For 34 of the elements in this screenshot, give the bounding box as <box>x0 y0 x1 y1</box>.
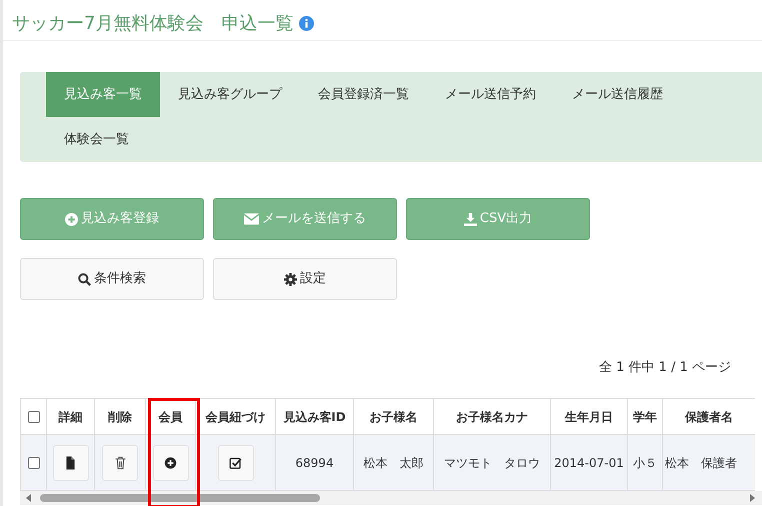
icon-button[interactable] <box>218 444 254 480</box>
checked-box-icon <box>229 456 242 470</box>
nav-tab[interactable]: 見込み客グループ <box>160 72 300 117</box>
envelope-icon <box>244 213 259 225</box>
trash-icon <box>114 456 126 470</box>
nav-tab[interactable]: メール送信予約 <box>427 72 554 117</box>
page-title: サッカー7月無料体験会 申込一覧 <box>12 12 294 36</box>
horizontal-scrollbar[interactable] <box>20 491 762 505</box>
table-cell: 2014-07-01 <box>550 434 628 490</box>
table-cell: 68994 <box>276 434 354 490</box>
scroll-right-icon[interactable] <box>747 493 757 503</box>
table-cell: 松本 太郎 <box>354 434 434 490</box>
nav-tab[interactable]: メール送信履歴 <box>554 72 681 117</box>
checkbox[interactable] <box>28 457 40 470</box>
scroll-left-icon[interactable] <box>24 493 34 503</box>
icon-button[interactable] <box>52 444 88 480</box>
table-cell: 松本 保護者 <box>662 434 755 490</box>
plus-circle-icon <box>65 212 78 226</box>
info-icon[interactable] <box>299 16 314 30</box>
plus-circle-icon <box>164 456 177 470</box>
action-button[interactable]: 条件検索 <box>20 258 204 300</box>
download-icon <box>464 212 477 226</box>
icon-button[interactable] <box>102 444 138 480</box>
nav-tab[interactable]: 体験会一覧 <box>46 117 147 162</box>
search-icon <box>78 272 91 286</box>
icon-button[interactable] <box>152 444 188 480</box>
table-cell: 小５ <box>628 434 662 490</box>
table-cell: マツモト タロウ <box>434 434 550 490</box>
page-count: 全 1 件中 1 / 1 ページ <box>599 360 731 375</box>
action-button[interactable]: 設定 <box>213 258 397 300</box>
file-icon <box>64 456 77 470</box>
checkbox[interactable] <box>28 411 40 424</box>
settings-icon <box>284 272 297 286</box>
nav-tab[interactable]: 会員登録済一覧 <box>300 72 427 117</box>
